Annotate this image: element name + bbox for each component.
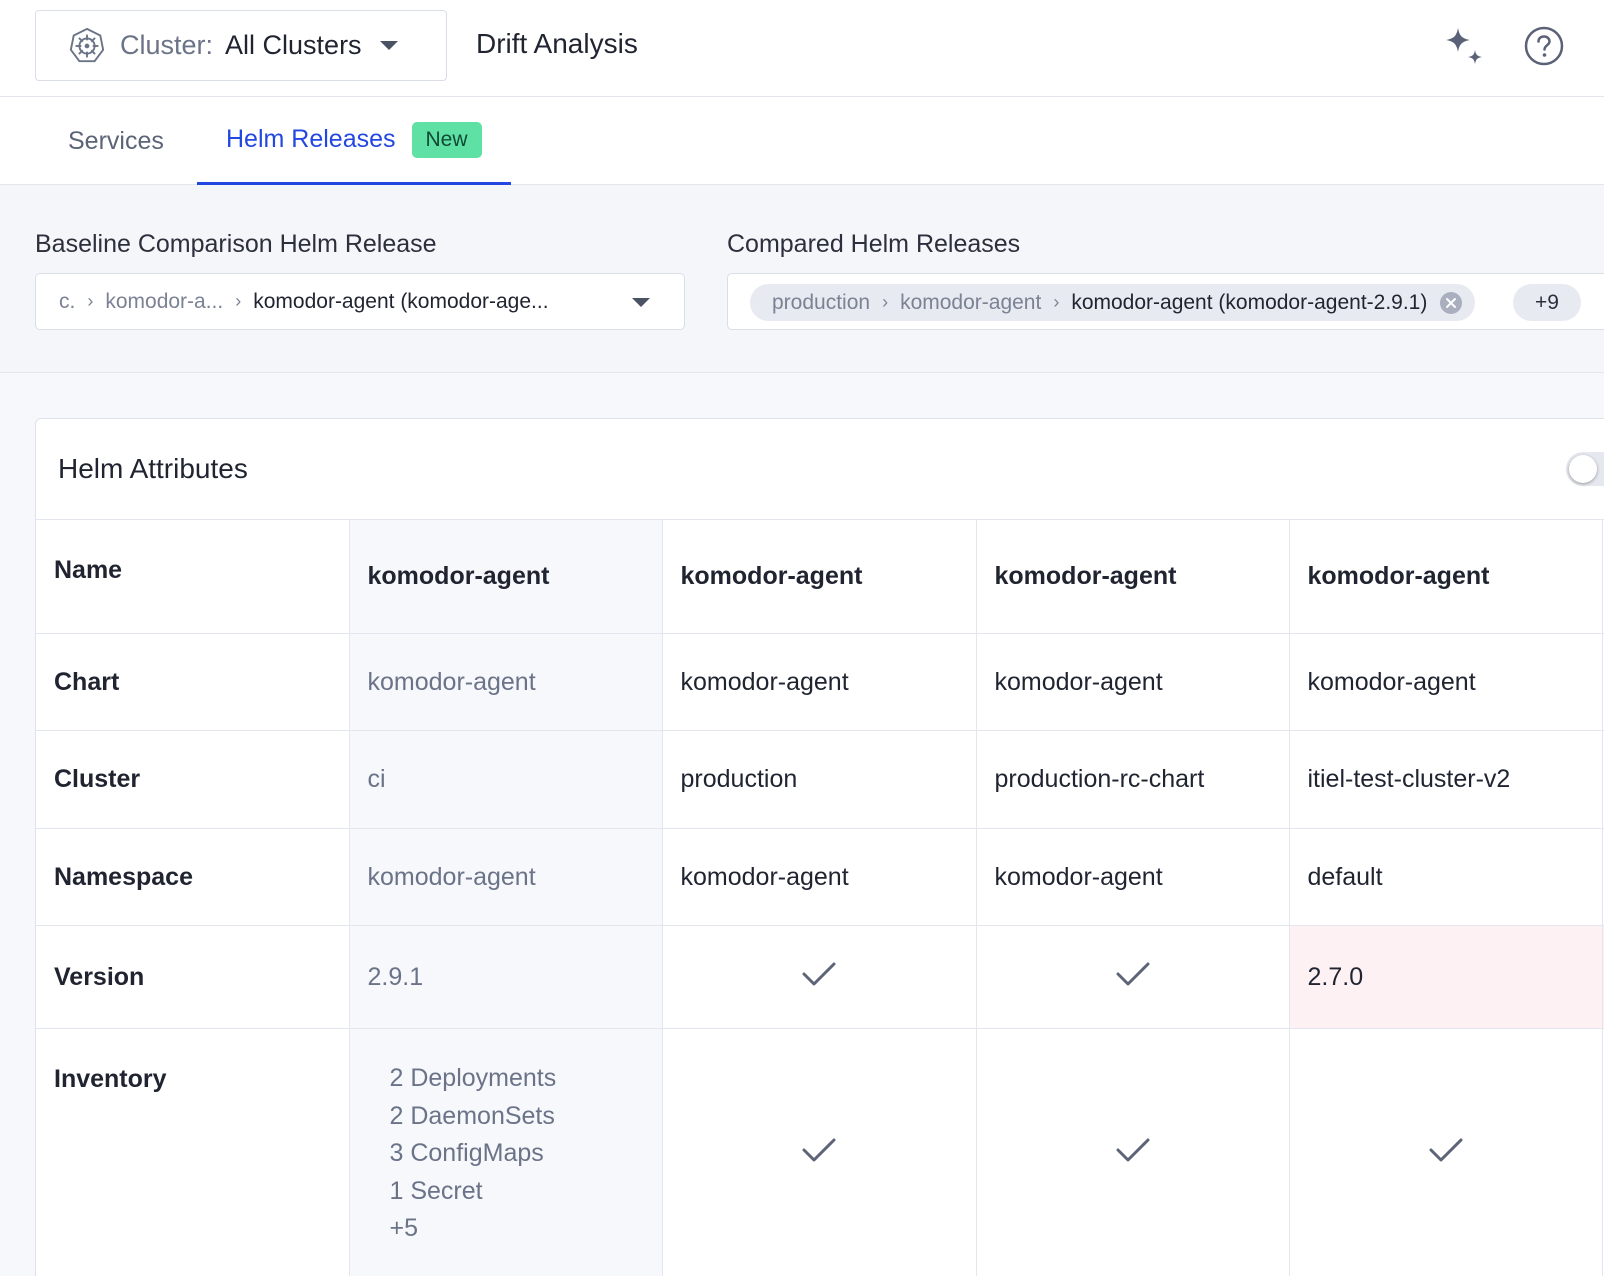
page-title: Drift Analysis bbox=[476, 28, 638, 59]
cell-chart: komodor-agent bbox=[976, 633, 1290, 731]
cell-namespace: default bbox=[1289, 828, 1603, 926]
cell-name-baseline: komodor-agent bbox=[349, 519, 663, 634]
kubernetes-icon bbox=[69, 27, 105, 62]
tab-bar: Services Helm Releases New bbox=[0, 97, 1604, 185]
inventory-item: 3 ConfigMaps bbox=[389, 1139, 544, 1167]
chevron-right-icon: › bbox=[235, 291, 242, 311]
row-header-inventory: Inventory bbox=[36, 1028, 350, 1276]
table-row: Namespace komodor-agent komodor-agent ko… bbox=[36, 828, 1604, 926]
top-bar: Cluster: All Clusters Drift Analysis bbox=[0, 0, 1604, 97]
cell-name: komodor-agent bbox=[662, 519, 977, 634]
check-icon bbox=[802, 962, 836, 985]
cell-cluster-baseline: ci bbox=[349, 730, 663, 829]
chevron-right-icon: › bbox=[87, 291, 94, 311]
cell-namespace: komodor-agent bbox=[662, 828, 977, 926]
baseline-release-select[interactable]: c. › komodor-a... › komodor-agent (komod… bbox=[35, 273, 685, 330]
check-icon bbox=[802, 1138, 836, 1162]
row-header-version: Version bbox=[36, 925, 350, 1029]
table-row: Name komodor-agent komodor-agent komodor… bbox=[36, 519, 1604, 634]
compared-release-chip[interactable]: production › komodor-agent › komodor-age… bbox=[750, 284, 1476, 321]
cell-version-baseline: 2.9.1 bbox=[349, 925, 663, 1029]
cell-name: komodor-agent bbox=[1289, 519, 1603, 634]
inventory-list: 2 Deployments 2 DaemonSets 3 ConfigMaps … bbox=[368, 1060, 644, 1248]
cell-cluster: production bbox=[662, 730, 977, 829]
chip-crumb-cluster: production bbox=[772, 290, 871, 314]
more-releases-chip[interactable]: +9 bbox=[1513, 284, 1581, 321]
check-icon bbox=[1429, 1138, 1462, 1162]
sparkle-ai-icon[interactable] bbox=[1442, 24, 1488, 70]
baseline-crumb-release: komodor-agent (komodor-age... bbox=[253, 289, 549, 313]
check-icon bbox=[1116, 962, 1149, 985]
helm-attributes-card: Helm Attributes Name komodor-agent komod… bbox=[35, 418, 1604, 1276]
help-icon[interactable] bbox=[1524, 26, 1564, 66]
baseline-crumb-cluster: c. bbox=[59, 289, 76, 313]
check-icon bbox=[1116, 1138, 1149, 1162]
cell-version-diff: 2.7.0 bbox=[1289, 925, 1603, 1029]
chevron-down-icon bbox=[632, 298, 650, 307]
compared-label: Compared Helm Releases bbox=[727, 230, 1021, 258]
table-row: Version 2.9.1 2.7.0 bbox=[36, 925, 1604, 1029]
baseline-label: Baseline Comparison Helm Release bbox=[35, 230, 437, 258]
table-row: Cluster ci production production-rc-char… bbox=[36, 730, 1604, 829]
cell-namespace: komodor-agent bbox=[976, 828, 1290, 926]
row-header-name: Name bbox=[36, 519, 350, 634]
tab-services[interactable]: Services bbox=[68, 97, 164, 185]
cell-version-match bbox=[976, 925, 1290, 1029]
inventory-item: 2 DaemonSets bbox=[389, 1101, 555, 1130]
table-row: Chart komodor-agent komodor-agent komodo… bbox=[36, 633, 1604, 731]
row-header-cluster: Cluster bbox=[36, 730, 350, 829]
cell-version-match bbox=[662, 925, 977, 1029]
cell-chart: komodor-agent bbox=[662, 633, 977, 731]
cell-inventory-match bbox=[976, 1028, 1290, 1276]
chevron-right-icon: › bbox=[1053, 292, 1060, 312]
row-header-chart: Chart bbox=[36, 633, 350, 731]
show-diff-toggle[interactable] bbox=[1566, 452, 1604, 486]
cell-cluster: itiel-test-cluster-v2 bbox=[1289, 730, 1603, 829]
attributes-table: Name komodor-agent komodor-agent komodor… bbox=[36, 519, 1604, 1276]
cell-chart-baseline: komodor-agent bbox=[349, 633, 663, 731]
card-title: Helm Attributes bbox=[58, 453, 248, 484]
inventory-item: 2 Deployments bbox=[389, 1064, 557, 1092]
cell-namespace-baseline: komodor-agent bbox=[349, 828, 663, 926]
inventory-more[interactable]: +5 bbox=[390, 1210, 644, 1248]
cell-inventory-baseline: 2 Deployments 2 DaemonSets 3 ConfigMaps … bbox=[349, 1028, 663, 1276]
cell-chart: komodor-agent bbox=[1289, 633, 1603, 731]
toggle-knob bbox=[1569, 455, 1597, 483]
filters-panel: Baseline Comparison Helm Release c. › ko… bbox=[0, 185, 1604, 373]
cell-inventory-match bbox=[1289, 1028, 1603, 1276]
chip-crumb-namespace: komodor-agent bbox=[900, 290, 1042, 314]
chevron-right-icon: › bbox=[882, 292, 889, 312]
inventory-item: 1 Secret bbox=[389, 1176, 483, 1205]
cell-cluster: production-rc-chart bbox=[976, 730, 1290, 829]
tab-helm-releases-label: Helm Releases bbox=[226, 125, 396, 153]
remove-chip-icon[interactable] bbox=[1439, 291, 1463, 315]
table-row: Inventory 2 Deployments 2 DaemonSets 3 C… bbox=[36, 1028, 1604, 1276]
compared-releases-select[interactable]: production › komodor-agent › komodor-age… bbox=[727, 273, 1604, 330]
new-badge: New bbox=[411, 121, 482, 158]
chip-crumb-release: komodor-agent (komodor-agent-2.9.1) bbox=[1071, 290, 1428, 314]
baseline-crumb-namespace: komodor-a... bbox=[105, 289, 224, 313]
chevron-down-icon bbox=[379, 41, 398, 50]
cell-name: komodor-agent bbox=[976, 519, 1290, 634]
row-header-namespace: Namespace bbox=[36, 828, 350, 926]
cell-inventory-match bbox=[662, 1028, 977, 1276]
cluster-selector[interactable]: Cluster: All Clusters bbox=[35, 10, 447, 81]
tab-helm-releases[interactable]: Helm Releases New bbox=[197, 97, 511, 185]
cluster-value: All Clusters bbox=[225, 30, 362, 60]
cluster-label: Cluster: bbox=[120, 30, 214, 60]
